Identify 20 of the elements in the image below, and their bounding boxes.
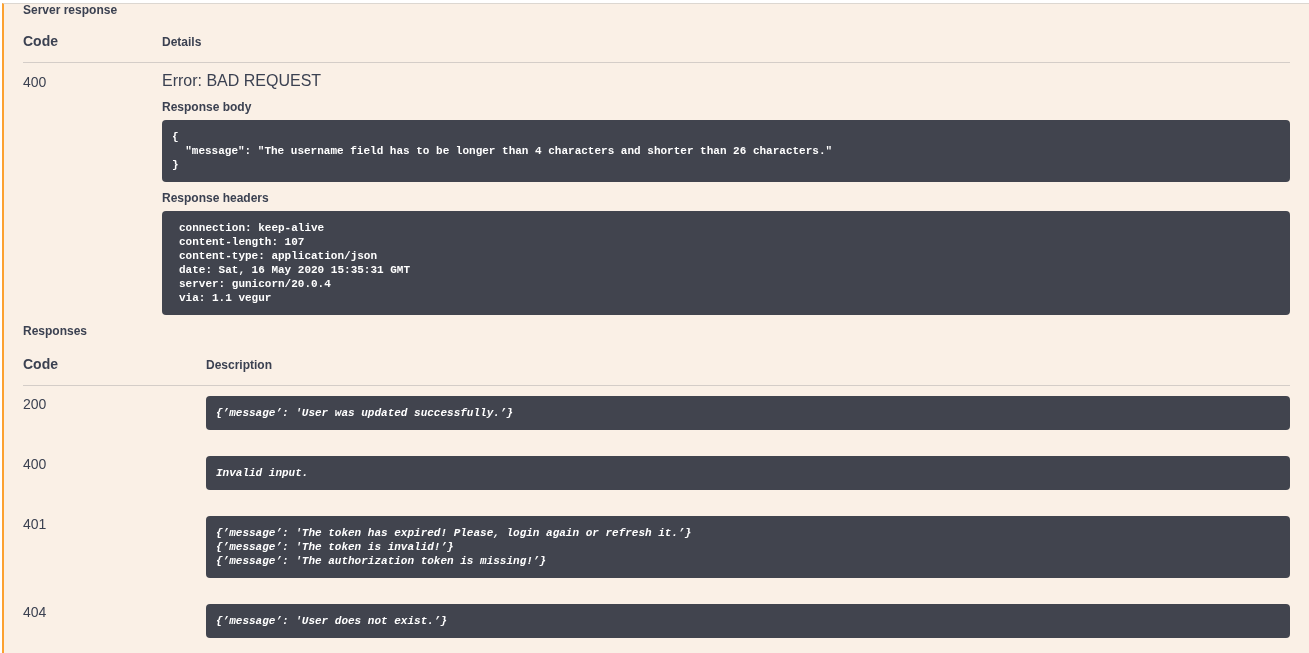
status-code: 400 — [23, 456, 47, 472]
response-description-code: {’message’: 'User was updated successfully.’} — [206, 396, 1290, 430]
response-headers-code: connection: keep-alive content-length: 107 content-type: application/json date: Sat, 16 May 2020 15:35:31 GMT server: gunicorn/20.0.4 via: 1.1 vegur — [162, 211, 1290, 315]
response-description-code: Invalid input. — [206, 456, 1290, 490]
column-header: Code — [23, 356, 59, 372]
response-body-code: { "message": "The username field has to be longer than 4 characters and shorter than 26 characters." } — [162, 120, 1290, 182]
response-description-code: {’message’: 'The token has expired! Please, login again or refresh it.’} {’message’: 'The token is invalid!’} {’message’: 'The authorization token is missing!’} — [206, 516, 1290, 578]
status-code: 401 — [23, 516, 47, 532]
status-code: 200 — [23, 396, 47, 412]
section-label: Response headers — [162, 191, 270, 205]
error-title: Error: BAD REQUEST — [162, 71, 323, 91]
section-title: Responses — [23, 324, 89, 338]
section-label: Response body — [162, 100, 253, 114]
column-header: Description — [206, 357, 272, 373]
column-header: Details — [162, 34, 202, 50]
response-description-code: {’message’: 'User does not exist.’} — [206, 604, 1290, 638]
column-header: Code — [23, 33, 59, 49]
status-code: 400 — [23, 74, 47, 90]
status-code: 404 — [23, 604, 47, 620]
section-title: Server response — [23, 4, 119, 16]
